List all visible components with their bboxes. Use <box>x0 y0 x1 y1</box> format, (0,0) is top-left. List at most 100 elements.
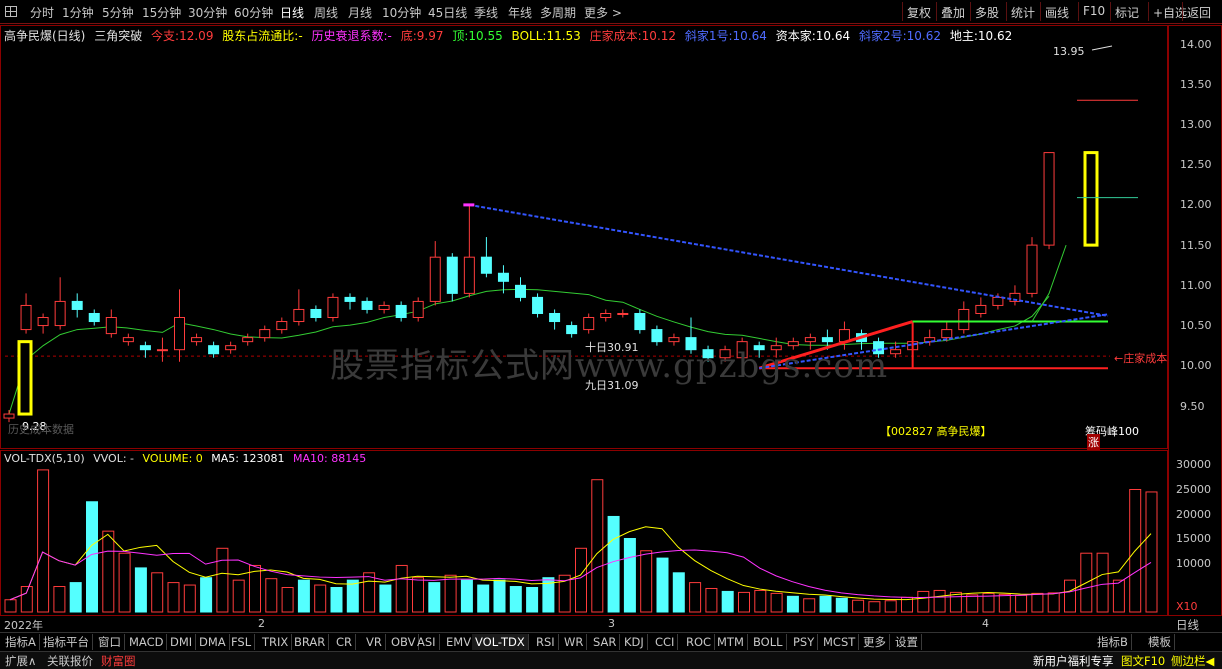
volume-bar <box>917 590 930 613</box>
volume-bar <box>412 577 424 613</box>
candle-body <box>634 312 646 331</box>
capitalist-label: 资本家: <box>775 29 816 43</box>
indicator-tab-18[interactable]: KDJ <box>621 634 648 650</box>
volume-bar <box>786 595 799 613</box>
indicator-tab-25[interactable]: 更多 <box>860 634 890 650</box>
volume-bar <box>395 564 408 613</box>
xiejia1-label: 斜家1号: <box>684 29 733 43</box>
indicator-tab-15[interactable]: RSI <box>533 634 559 650</box>
volume-bar <box>53 586 66 613</box>
volume-bar <box>868 601 881 613</box>
candle-body <box>174 317 185 351</box>
indicator-tab-1[interactable]: 指标平台 <box>40 634 93 650</box>
indicator-tab-14[interactable]: VOL-TDX <box>472 634 529 650</box>
volume-bar <box>477 584 490 613</box>
candle-body <box>463 256 475 294</box>
status-right-2[interactable]: 侧边栏◀ <box>1168 653 1217 669</box>
indicator-tab-26[interactable]: 设置 <box>892 634 922 650</box>
candle-body <box>600 312 612 319</box>
candle-body <box>156 349 168 352</box>
volume-bar <box>200 577 213 613</box>
volume-bar <box>1064 579 1076 613</box>
volume-bar <box>297 579 310 613</box>
indicator-tab-13[interactable]: EMV <box>443 634 476 650</box>
volume-bar <box>69 582 82 613</box>
volume-info-line: VOL-TDX(5,10) VVOL: - VOLUME: 0 MA5: 123… <box>4 452 371 465</box>
candle-body <box>242 337 254 343</box>
indicator-tab-3[interactable]: MACD <box>126 634 168 650</box>
candle-body <box>1026 244 1038 294</box>
volume-bar <box>363 572 376 613</box>
volume-bar <box>835 597 848 613</box>
indicator-tab-21[interactable]: MTM <box>714 634 748 650</box>
kline-chart[interactable] <box>0 0 1222 669</box>
indicator-tab-17[interactable]: SAR <box>590 634 621 650</box>
volume-bar <box>852 599 865 613</box>
indicator-tab-10[interactable]: VR <box>363 634 386 650</box>
status-right-1[interactable]: 图文F10 <box>1118 653 1168 669</box>
indicator-tab-24[interactable]: MCST <box>820 634 860 650</box>
ratio-value: - <box>298 29 303 43</box>
history-value: - <box>387 29 392 43</box>
ratio-label: 股东占流通比: <box>222 29 299 43</box>
status-left-1[interactable]: 关联报价 <box>44 653 96 669</box>
candle-body <box>122 337 134 343</box>
status-left-2[interactable]: 财富圈 <box>98 653 139 669</box>
volume-bar <box>460 579 473 613</box>
indicator-tab-5[interactable]: DMA <box>196 634 230 650</box>
volume-bar <box>1015 594 1028 613</box>
candle-body <box>378 304 390 310</box>
volume-bar <box>102 530 115 613</box>
vvol-value: VVOL: - <box>93 452 135 465</box>
start-bar <box>17 340 33 416</box>
indicator-name[interactable]: 三角突破 <box>94 29 142 43</box>
vol-indicator-name[interactable]: VOL-TDX(5,10) <box>4 452 85 465</box>
right-tab-0[interactable]: 指标B <box>1094 634 1132 650</box>
indicator-tab-22[interactable]: BOLL <box>750 634 787 650</box>
candle-body <box>344 296 356 302</box>
candle-body <box>532 296 544 314</box>
date-tick: 2022年 <box>4 619 43 632</box>
volume-bar <box>754 589 767 613</box>
indicator-tab-9[interactable]: CR <box>333 634 357 650</box>
dealer-label: 庄家成本: <box>589 29 642 43</box>
indicator-tab-8[interactable]: BRAR <box>291 634 330 650</box>
volume-bar <box>1096 552 1109 613</box>
candle-body <box>941 329 953 339</box>
volume-bar <box>526 587 539 613</box>
right-tab-1[interactable]: 模板 <box>1145 634 1175 650</box>
indicator-tab-20[interactable]: ROC <box>683 634 716 650</box>
status-left-0[interactable]: 扩展∧ <box>2 653 39 669</box>
volume-bar <box>216 547 229 613</box>
indicator-tab-12[interactable]: ASI <box>414 634 440 650</box>
ma10-value: MA10: 88145 <box>293 452 367 465</box>
vol-tick: 30000 <box>1176 458 1211 471</box>
status-right-0[interactable]: 新用户福利专享 <box>1030 653 1117 669</box>
volume-bar <box>591 479 604 613</box>
high-price-label: 13.95 <box>1053 45 1085 58</box>
vol-tick: 25000 <box>1176 483 1211 496</box>
volume-bar <box>770 592 783 613</box>
indicator-tab-7[interactable]: TRIX <box>259 634 293 650</box>
volume-bar <box>118 552 131 613</box>
indicator-tab-4[interactable]: DMI <box>167 634 197 650</box>
indicator-tab-19[interactable]: CCI <box>652 634 679 650</box>
indicator-tab-0[interactable]: 指标A <box>2 634 40 650</box>
candle-body <box>361 300 373 310</box>
volume-bar <box>623 538 636 613</box>
volume-bar <box>1112 579 1125 613</box>
indicator-tab-16[interactable]: WR <box>561 634 588 650</box>
volume-bar <box>379 584 392 613</box>
candle-body <box>446 256 458 294</box>
indicator-tab-23[interactable]: PSY <box>790 634 819 650</box>
indicator-tab-6[interactable]: FSL <box>228 634 256 650</box>
candle-body <box>480 256 492 274</box>
boll-label: BOLL: <box>511 29 547 43</box>
today-value: 12.09 <box>179 29 214 43</box>
volume-bar <box>232 579 245 613</box>
vol-tick: 15000 <box>1176 532 1211 545</box>
date-tick: 4 <box>982 617 989 630</box>
side-period-label[interactable]: 日线 <box>1176 617 1199 633</box>
ma5-value: MA5: 123081 <box>211 452 285 465</box>
indicator-tab-2[interactable]: 窗口 <box>95 634 125 650</box>
